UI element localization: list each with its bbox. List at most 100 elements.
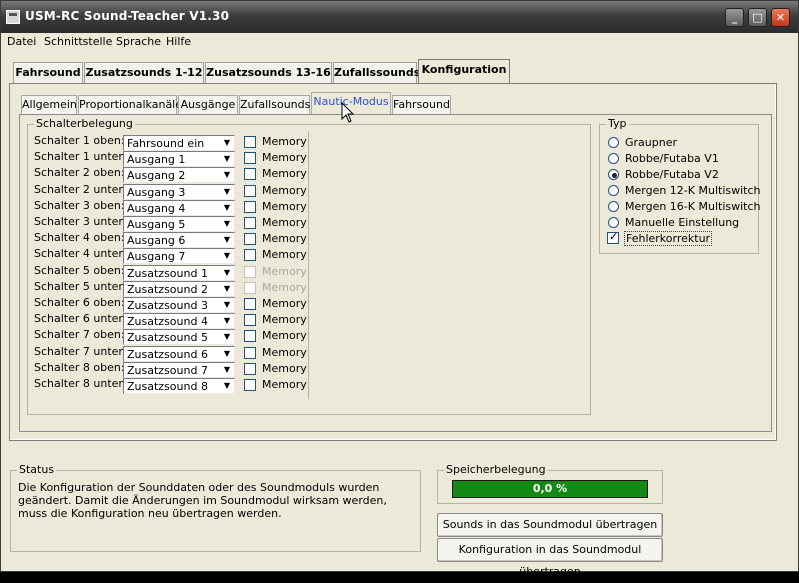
tab-fahrsound[interactable]: Fahrsound: [13, 62, 83, 83]
memory-checkbox[interactable]: [244, 152, 256, 164]
tab-konfiguration[interactable]: Konfiguration: [418, 59, 510, 83]
schalter-select[interactable]: Zusatzsound 1 ▼: [123, 265, 235, 281]
dropdown-arrow-icon[interactable]: ▼: [220, 136, 234, 150]
schalter-row-label: Schalter 5 unten:: [34, 280, 130, 293]
schalter-select[interactable]: Ausgang 2 ▼: [123, 167, 235, 183]
memory-checkbox[interactable]: [244, 233, 256, 245]
fehlerkorrektur-checkbox[interactable]: ✓: [607, 230, 619, 244]
schalter-select-value: Ausgang 7: [127, 250, 186, 263]
memory-label: Memory: [262, 265, 307, 278]
menu-bar: Datei Schnittstelle Sprache Hilfe: [2, 33, 798, 52]
typ-radio-label: Mergen 12-K Multiswitch: [625, 184, 761, 197]
check-mark-icon: ✓: [609, 230, 619, 243]
schalter-row-label: Schalter 8 unten:: [34, 377, 130, 390]
dropdown-arrow-icon[interactable]: ▼: [220, 185, 234, 199]
memory-checkbox[interactable]: [244, 249, 256, 261]
typ-radio[interactable]: [608, 185, 619, 196]
schalter-select[interactable]: Ausgang 4 ▼: [123, 200, 235, 216]
title-bar[interactable]: USM-RC Sound-Teacher V1.30 _ □ ✕: [1, 1, 798, 33]
memory-checkbox[interactable]: [244, 185, 256, 197]
schalter-row-label: Schalter 5 oben:: [34, 264, 125, 277]
menu-schnittstelle[interactable]: Schnittstelle: [44, 35, 112, 48]
memory-checkbox[interactable]: [244, 363, 256, 375]
schalter-select[interactable]: Zusatzsound 8 ▼: [123, 378, 235, 394]
schalter-select[interactable]: Zusatzsound 3 ▼: [123, 297, 235, 313]
menu-datei[interactable]: Datei: [7, 35, 36, 48]
close-button[interactable]: ✕: [771, 8, 790, 27]
memory-label: Memory: [262, 151, 307, 164]
schalter-select[interactable]: Zusatzsound 7 ▼: [123, 362, 235, 378]
dropdown-arrow-icon[interactable]: ▼: [220, 201, 234, 215]
subtab-ausgaenge[interactable]: Ausgänge: [178, 95, 238, 114]
dropdown-arrow-icon[interactable]: ▼: [220, 298, 234, 312]
memory-checkbox[interactable]: [244, 136, 256, 148]
status-message: Die Konfiguration der Sounddaten oder de…: [18, 481, 387, 520]
tab-zusatzsounds-1-12[interactable]: Zusatzsounds 1-12: [84, 62, 204, 83]
memory-checkbox[interactable]: [244, 298, 256, 310]
subtab-allgemein[interactable]: Allgemein: [21, 95, 77, 114]
schalter-select[interactable]: Ausgang 6 ▼: [123, 232, 235, 248]
dropdown-arrow-icon[interactable]: ▼: [220, 363, 234, 377]
schalter-select[interactable]: Zusatzsound 4 ▼: [123, 313, 235, 329]
schalter-select[interactable]: Zusatzsound 5 ▼: [123, 329, 235, 345]
typ-radio[interactable]: [608, 169, 619, 180]
schalter-select-value: Zusatzsound 4: [127, 315, 208, 328]
mouse-cursor-icon: [341, 102, 355, 123]
memory-label: Memory: [262, 200, 307, 213]
dropdown-arrow-icon[interactable]: ▼: [220, 168, 234, 182]
typ-radio[interactable]: [608, 201, 619, 212]
subtab-fahrsound[interactable]: Fahrsound: [392, 95, 451, 114]
schalter-select-value: Ausgang 5: [127, 218, 186, 231]
tab-zufallssounds[interactable]: Zufallssounds: [333, 62, 420, 83]
memory-checkbox[interactable]: [244, 347, 256, 359]
dropdown-arrow-icon[interactable]: ▼: [220, 266, 234, 280]
memory-checkbox[interactable]: [244, 266, 256, 278]
dropdown-arrow-icon[interactable]: ▼: [220, 233, 234, 247]
speicher-progress-bar: 0,0 %: [452, 480, 648, 498]
schalter-select[interactable]: Ausgang 3 ▼: [123, 184, 235, 200]
tab-zusatzsounds-13-16[interactable]: Zusatzsounds 13-16: [205, 62, 332, 83]
config-transfer-button[interactable]: Konfiguration in das Soundmodul übertrag…: [437, 538, 663, 578]
schalter-select[interactable]: Ausgang 1 ▼: [123, 151, 235, 167]
dropdown-arrow-icon[interactable]: ▼: [220, 379, 234, 393]
typ-radio[interactable]: [608, 137, 619, 148]
dropdown-arrow-icon[interactable]: ▼: [220, 347, 234, 361]
schalter-select[interactable]: Zusatzsound 2 ▼: [123, 281, 235, 297]
schalter-select-value: Fahrsound ein: [127, 137, 205, 150]
memory-label: Memory: [262, 135, 307, 148]
subtab-zufallsounds[interactable]: Zufallsounds: [239, 95, 310, 114]
memory-checkbox[interactable]: [244, 201, 256, 213]
menu-sprache[interactable]: Sprache: [116, 35, 161, 48]
dropdown-arrow-icon[interactable]: ▼: [220, 249, 234, 263]
memory-checkbox[interactable]: [244, 217, 256, 229]
typ-title: Typ: [606, 117, 629, 130]
typ-radio[interactable]: [608, 217, 619, 228]
dropdown-arrow-icon[interactable]: ▼: [220, 314, 234, 328]
schalter-select-value: Ausgang 2: [127, 169, 186, 182]
schalter-select[interactable]: Zusatzsound 6 ▼: [123, 346, 235, 362]
dropdown-arrow-icon[interactable]: ▼: [220, 152, 234, 166]
dropdown-arrow-icon[interactable]: ▼: [220, 217, 234, 231]
menu-hilfe[interactable]: Hilfe: [166, 35, 191, 48]
schalter-row-label: Schalter 3 oben:: [34, 199, 125, 212]
memory-checkbox[interactable]: [244, 379, 256, 391]
memory-checkbox[interactable]: [244, 330, 256, 342]
typ-radio[interactable]: [608, 153, 619, 164]
dropdown-arrow-icon[interactable]: ▼: [220, 330, 234, 344]
dropdown-arrow-icon[interactable]: ▼: [220, 282, 234, 296]
maximize-button[interactable]: □: [748, 8, 767, 27]
memory-checkbox[interactable]: [244, 314, 256, 326]
minimize-button[interactable]: _: [725, 8, 744, 27]
schalter-select[interactable]: Ausgang 5 ▼: [123, 216, 235, 232]
memory-checkbox[interactable]: [244, 168, 256, 180]
subtab-proportionalkanaele[interactable]: Proportionalkanäle: [78, 95, 182, 114]
schalter-select-value: Zusatzsound 1: [127, 267, 208, 280]
memory-checkbox[interactable]: [244, 282, 256, 294]
schalter-select[interactable]: Ausgang 7 ▼: [123, 248, 235, 264]
schalter-row-label: Schalter 6 oben:: [34, 296, 125, 309]
sounds-transfer-button[interactable]: Sounds in das Soundmodul übertragen: [437, 513, 663, 537]
schalter-row-label: Schalter 4 unten:: [34, 247, 130, 260]
schalter-select[interactable]: Fahrsound ein ▼: [123, 135, 235, 151]
typ-radio-label: Graupner: [625, 136, 678, 149]
schalter-row-label: Schalter 1 unten:: [34, 150, 130, 163]
